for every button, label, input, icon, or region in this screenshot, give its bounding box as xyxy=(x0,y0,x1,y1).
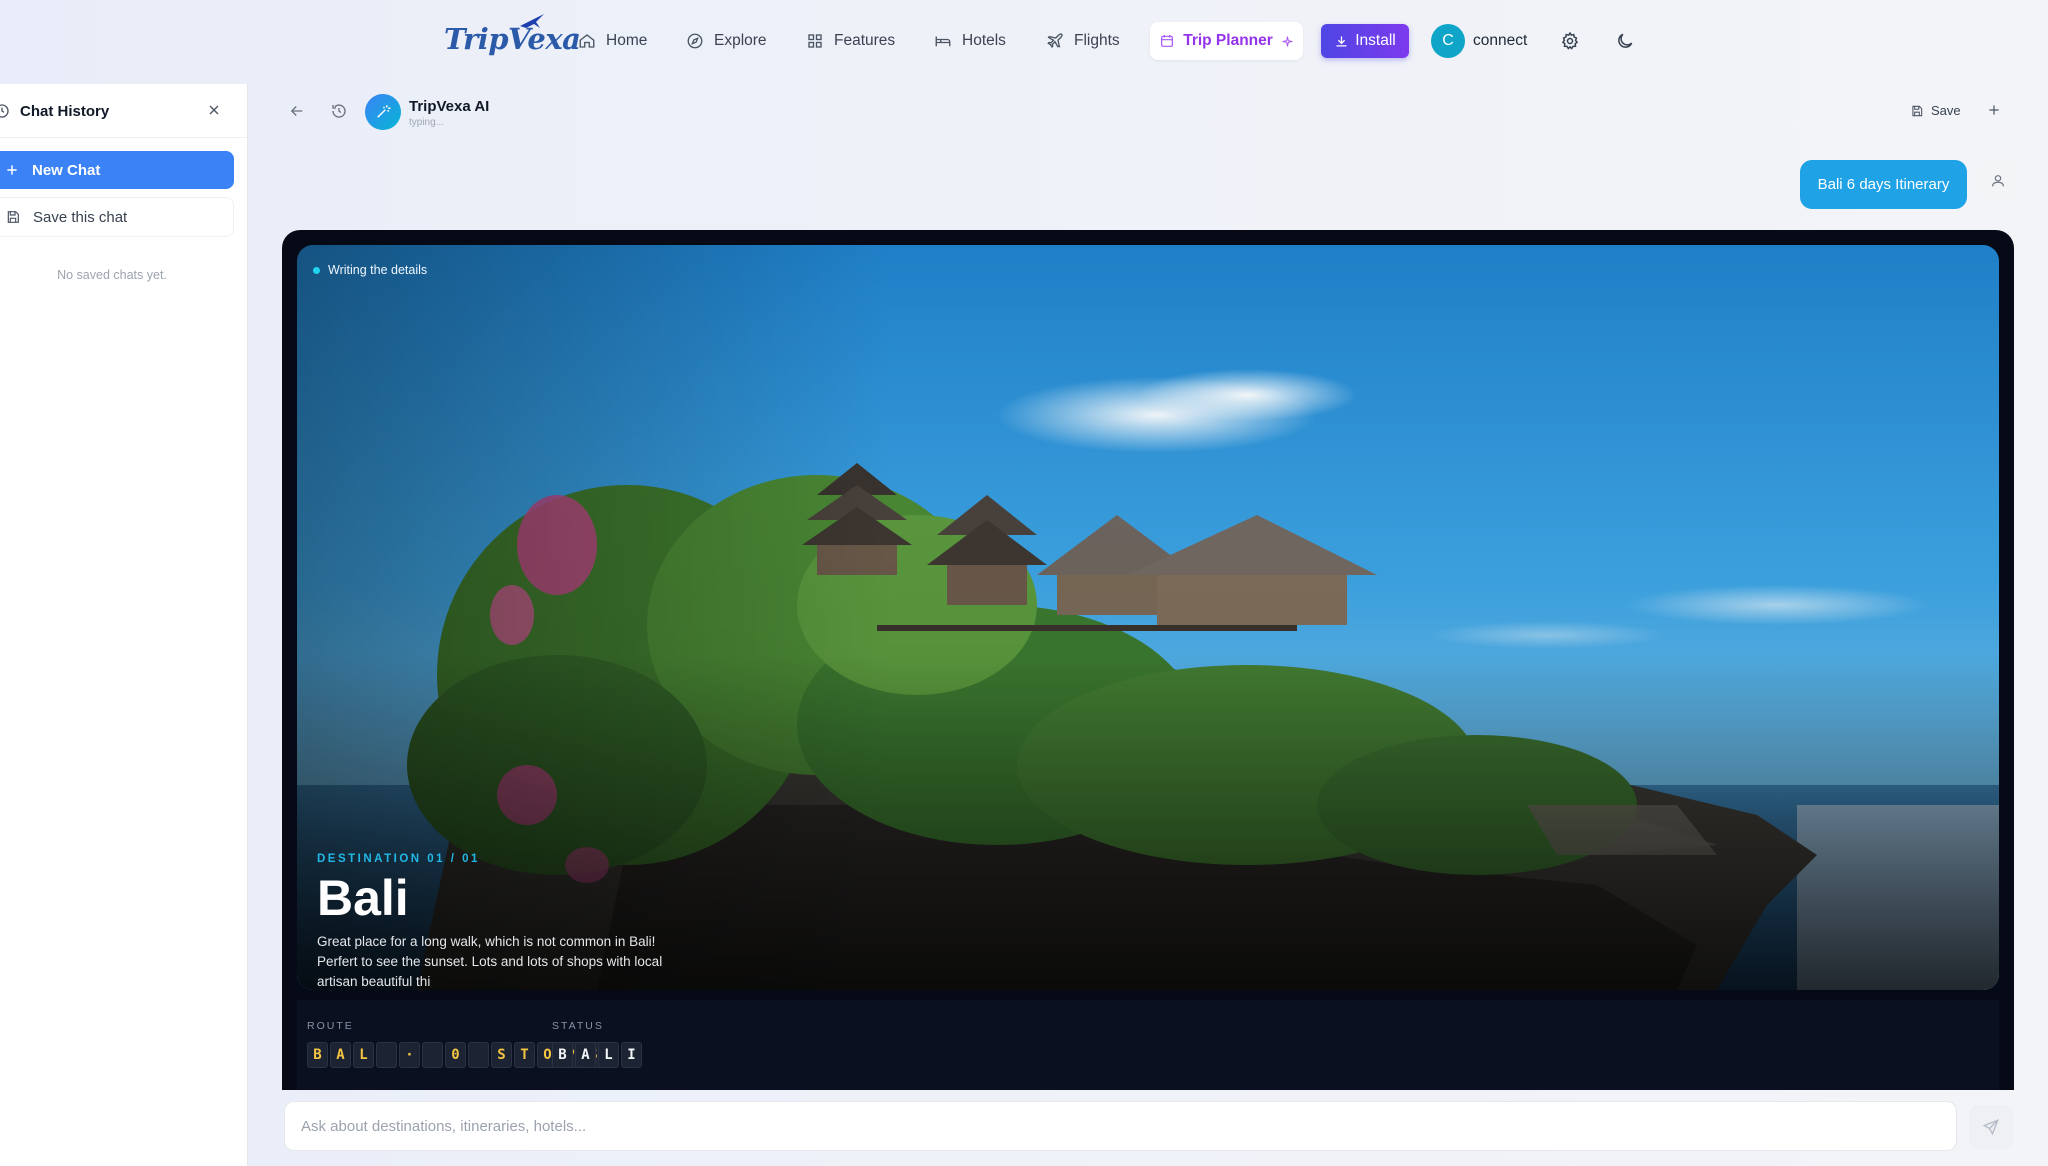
download-icon xyxy=(1336,36,1347,46)
nav-home-label: Home xyxy=(606,32,648,49)
route-tile: T xyxy=(514,1042,535,1068)
history-button[interactable] xyxy=(330,102,352,124)
new-conversation-button[interactable] xyxy=(1986,102,2006,122)
route-tile: · xyxy=(399,1042,420,1068)
grid-icon xyxy=(808,34,822,48)
route-tile: 0 xyxy=(445,1042,466,1068)
route-tile: B xyxy=(307,1042,328,1068)
tripvexa-logo[interactable]: TripVexa xyxy=(444,14,581,64)
route-tile xyxy=(422,1042,443,1068)
gear-icon xyxy=(1561,31,1579,50)
clock-icon xyxy=(0,104,9,118)
generation-status-text: Writing the details xyxy=(328,263,428,277)
route-tile: S xyxy=(491,1042,512,1068)
generation-status: Writing the details xyxy=(313,263,427,277)
send-icon xyxy=(1982,1119,1999,1136)
user-name-label[interactable]: connect xyxy=(1473,32,1527,50)
nav-flights-label: Flights xyxy=(1074,32,1120,49)
close-icon xyxy=(209,105,219,115)
trip-planner-button[interactable]: Trip Planner xyxy=(1150,22,1303,60)
bed-icon xyxy=(935,36,951,47)
plus-icon xyxy=(1989,105,1999,115)
assistant-avatar xyxy=(365,94,401,130)
install-button[interactable]: Install xyxy=(1321,24,1409,58)
status-tile: I xyxy=(621,1042,642,1068)
assistant-status: typing... xyxy=(409,117,445,128)
destination-counter: DESTINATION 01 / 01 xyxy=(317,853,480,865)
save-chat-label: Save this chat xyxy=(33,208,128,226)
message-composer[interactable] xyxy=(284,1101,1957,1151)
user-avatar[interactable]: C xyxy=(1431,24,1465,58)
sidebar-title: Chat History xyxy=(20,103,110,120)
status-tile: A xyxy=(575,1042,596,1068)
top-navigation: TripVexa Home Explore Features Hotels Fl… xyxy=(0,0,2048,82)
arrow-left-icon xyxy=(290,106,303,116)
route-tile xyxy=(468,1042,489,1068)
logo-plane-icon xyxy=(520,14,544,28)
nav-features-label: Features xyxy=(834,32,896,49)
message-input[interactable] xyxy=(301,1117,1956,1135)
sidebar-header: Chat History xyxy=(0,84,247,138)
install-label: Install xyxy=(1355,32,1396,49)
settings-button[interactable] xyxy=(1553,24,1587,58)
trip-planner-label: Trip Planner xyxy=(1183,32,1273,49)
compass-icon xyxy=(687,33,703,49)
theme-toggle-button[interactable] xyxy=(1608,24,1642,58)
home-icon xyxy=(579,34,595,48)
bali-temple-image xyxy=(297,245,1999,990)
status-tile: B xyxy=(552,1042,573,1068)
route-tile xyxy=(376,1042,397,1068)
nav-explore-label: Explore xyxy=(714,32,767,49)
nav-hotels[interactable]: Hotels xyxy=(934,22,1006,60)
status-dot xyxy=(313,266,320,274)
save-chat-button[interactable]: Save this chat xyxy=(0,197,234,237)
history-icon xyxy=(332,104,346,118)
plane-icon xyxy=(1047,33,1063,49)
nav-flights[interactable]: Flights xyxy=(1046,22,1120,60)
moon-icon xyxy=(1618,33,1633,48)
destination-card: Writing the details DESTINATION 01 / 01 … xyxy=(282,230,2014,1090)
nav-hotels-label: Hotels xyxy=(962,32,1006,49)
nav-explore[interactable]: Explore xyxy=(686,22,767,60)
departure-board: ROUTE BAL·0STOPS STATUS BALI xyxy=(297,1000,1999,1090)
destination-title: Bali xyxy=(317,870,409,926)
magic-wand-icon xyxy=(377,105,391,118)
close-sidebar-button[interactable] xyxy=(206,102,224,120)
logo-text: TripVexa xyxy=(444,22,581,56)
status-tile: L xyxy=(598,1042,619,1068)
route-tile: L xyxy=(353,1042,374,1068)
destination-description: Great place for a long walk, which is no… xyxy=(317,934,663,989)
assistant-name: TripVexa AI xyxy=(409,98,490,115)
save-conversation-label: Save xyxy=(1931,103,1961,118)
calendar-icon xyxy=(1161,35,1174,47)
send-button[interactable] xyxy=(1969,1105,2013,1149)
chat-history-sidebar: Chat History New Chat Save this chat No … xyxy=(0,84,248,1166)
floppy-icon xyxy=(1912,105,1923,116)
route-label: ROUTE xyxy=(307,1020,354,1032)
empty-state-text: No saved chats yet. xyxy=(57,268,167,282)
new-chat-button[interactable]: New Chat xyxy=(0,151,234,189)
status-label: STATUS xyxy=(552,1020,604,1032)
user-message-avatar xyxy=(1982,165,2014,197)
sparkle-icon xyxy=(1282,36,1293,46)
plus-icon xyxy=(7,165,17,175)
nav-home[interactable]: Home xyxy=(578,22,647,60)
status-tiles: BALI xyxy=(552,1042,642,1068)
new-chat-label: New Chat xyxy=(32,161,101,179)
back-button[interactable] xyxy=(288,102,310,124)
nav-features[interactable]: Features xyxy=(806,22,895,60)
floppy-icon xyxy=(7,211,19,223)
save-conversation-button[interactable]: Save xyxy=(1910,103,1961,118)
user-icon xyxy=(1992,175,2004,187)
route-tile: A xyxy=(330,1042,351,1068)
destination-photo: Writing the details DESTINATION 01 / 01 … xyxy=(297,245,1999,990)
user-message-bubble: Bali 6 days Itinerary xyxy=(1800,160,1967,209)
